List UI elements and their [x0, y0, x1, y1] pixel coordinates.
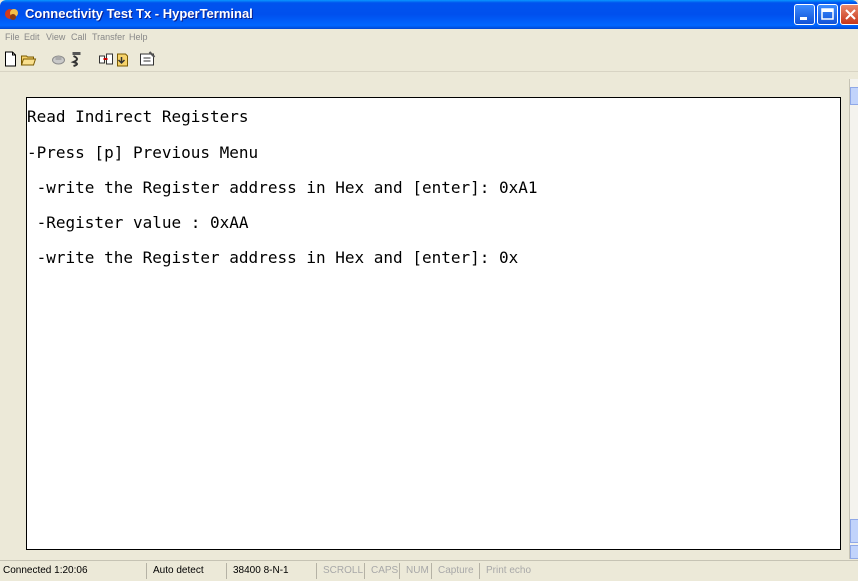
terminal-line: -write the Register address in Hex and […	[27, 178, 538, 197]
terminal-line: -write the Register address in Hex and […	[27, 248, 519, 267]
menu-bar: File Edit View Call Transfer Help	[0, 29, 858, 47]
minimize-icon	[800, 17, 807, 20]
status-detect: Auto detect	[150, 563, 227, 579]
menu-help[interactable]: Help	[129, 32, 148, 42]
toolbar	[0, 47, 858, 72]
status-capture: Capture	[435, 563, 480, 579]
vertical-scrollbar[interactable]	[849, 79, 858, 559]
close-icon	[845, 9, 856, 20]
status-settings: 38400 8-N-1	[230, 563, 317, 579]
scroll-thumb[interactable]	[850, 519, 858, 543]
menu-edit[interactable]: Edit	[24, 32, 40, 42]
status-scroll: SCROLL	[320, 563, 365, 579]
status-num: NUM	[403, 563, 432, 579]
maximize-button[interactable]	[817, 4, 838, 25]
status-bar: Connected 1:20:06 Auto detect 38400 8-N-…	[0, 560, 858, 581]
minimize-button[interactable]	[794, 4, 815, 25]
open-icon[interactable]	[20, 51, 37, 67]
terminal-line: -Register value : 0xAA	[27, 213, 249, 232]
menu-view[interactable]: View	[46, 32, 65, 42]
terminal-screen[interactable]: Read Indirect Registers -Press [p] Previ…	[26, 97, 841, 550]
properties-icon[interactable]	[139, 51, 156, 67]
status-print-echo: Print echo	[486, 565, 532, 576]
scroll-down-button[interactable]	[850, 545, 858, 559]
maximize-icon	[821, 8, 834, 20]
title-bar[interactable]: Connectivity Test Tx - HyperTerminal	[0, 0, 858, 29]
disconnect-icon[interactable]	[50, 51, 67, 67]
terminal-area: Read Indirect Registers -Press [p] Previ…	[8, 79, 849, 559]
menu-transfer[interactable]: Transfer	[92, 32, 125, 42]
receive-icon[interactable]	[115, 51, 132, 67]
close-button[interactable]	[840, 4, 858, 25]
new-icon[interactable]	[2, 51, 19, 67]
menu-call[interactable]: Call	[71, 32, 87, 42]
send-icon[interactable]	[97, 51, 114, 67]
status-caps: CAPS	[368, 563, 400, 579]
menu-file[interactable]: File	[5, 32, 20, 42]
scroll-up-button[interactable]	[850, 87, 858, 105]
window-title: Connectivity Test Tx - HyperTerminal	[25, 6, 253, 21]
terminal-line: Read Indirect Registers	[27, 107, 249, 126]
status-connected: Connected 1:20:06	[0, 563, 147, 579]
dial-icon[interactable]	[68, 51, 85, 67]
hyperterminal-icon	[5, 9, 18, 20]
terminal-line: -Press [p] Previous Menu	[27, 143, 259, 162]
